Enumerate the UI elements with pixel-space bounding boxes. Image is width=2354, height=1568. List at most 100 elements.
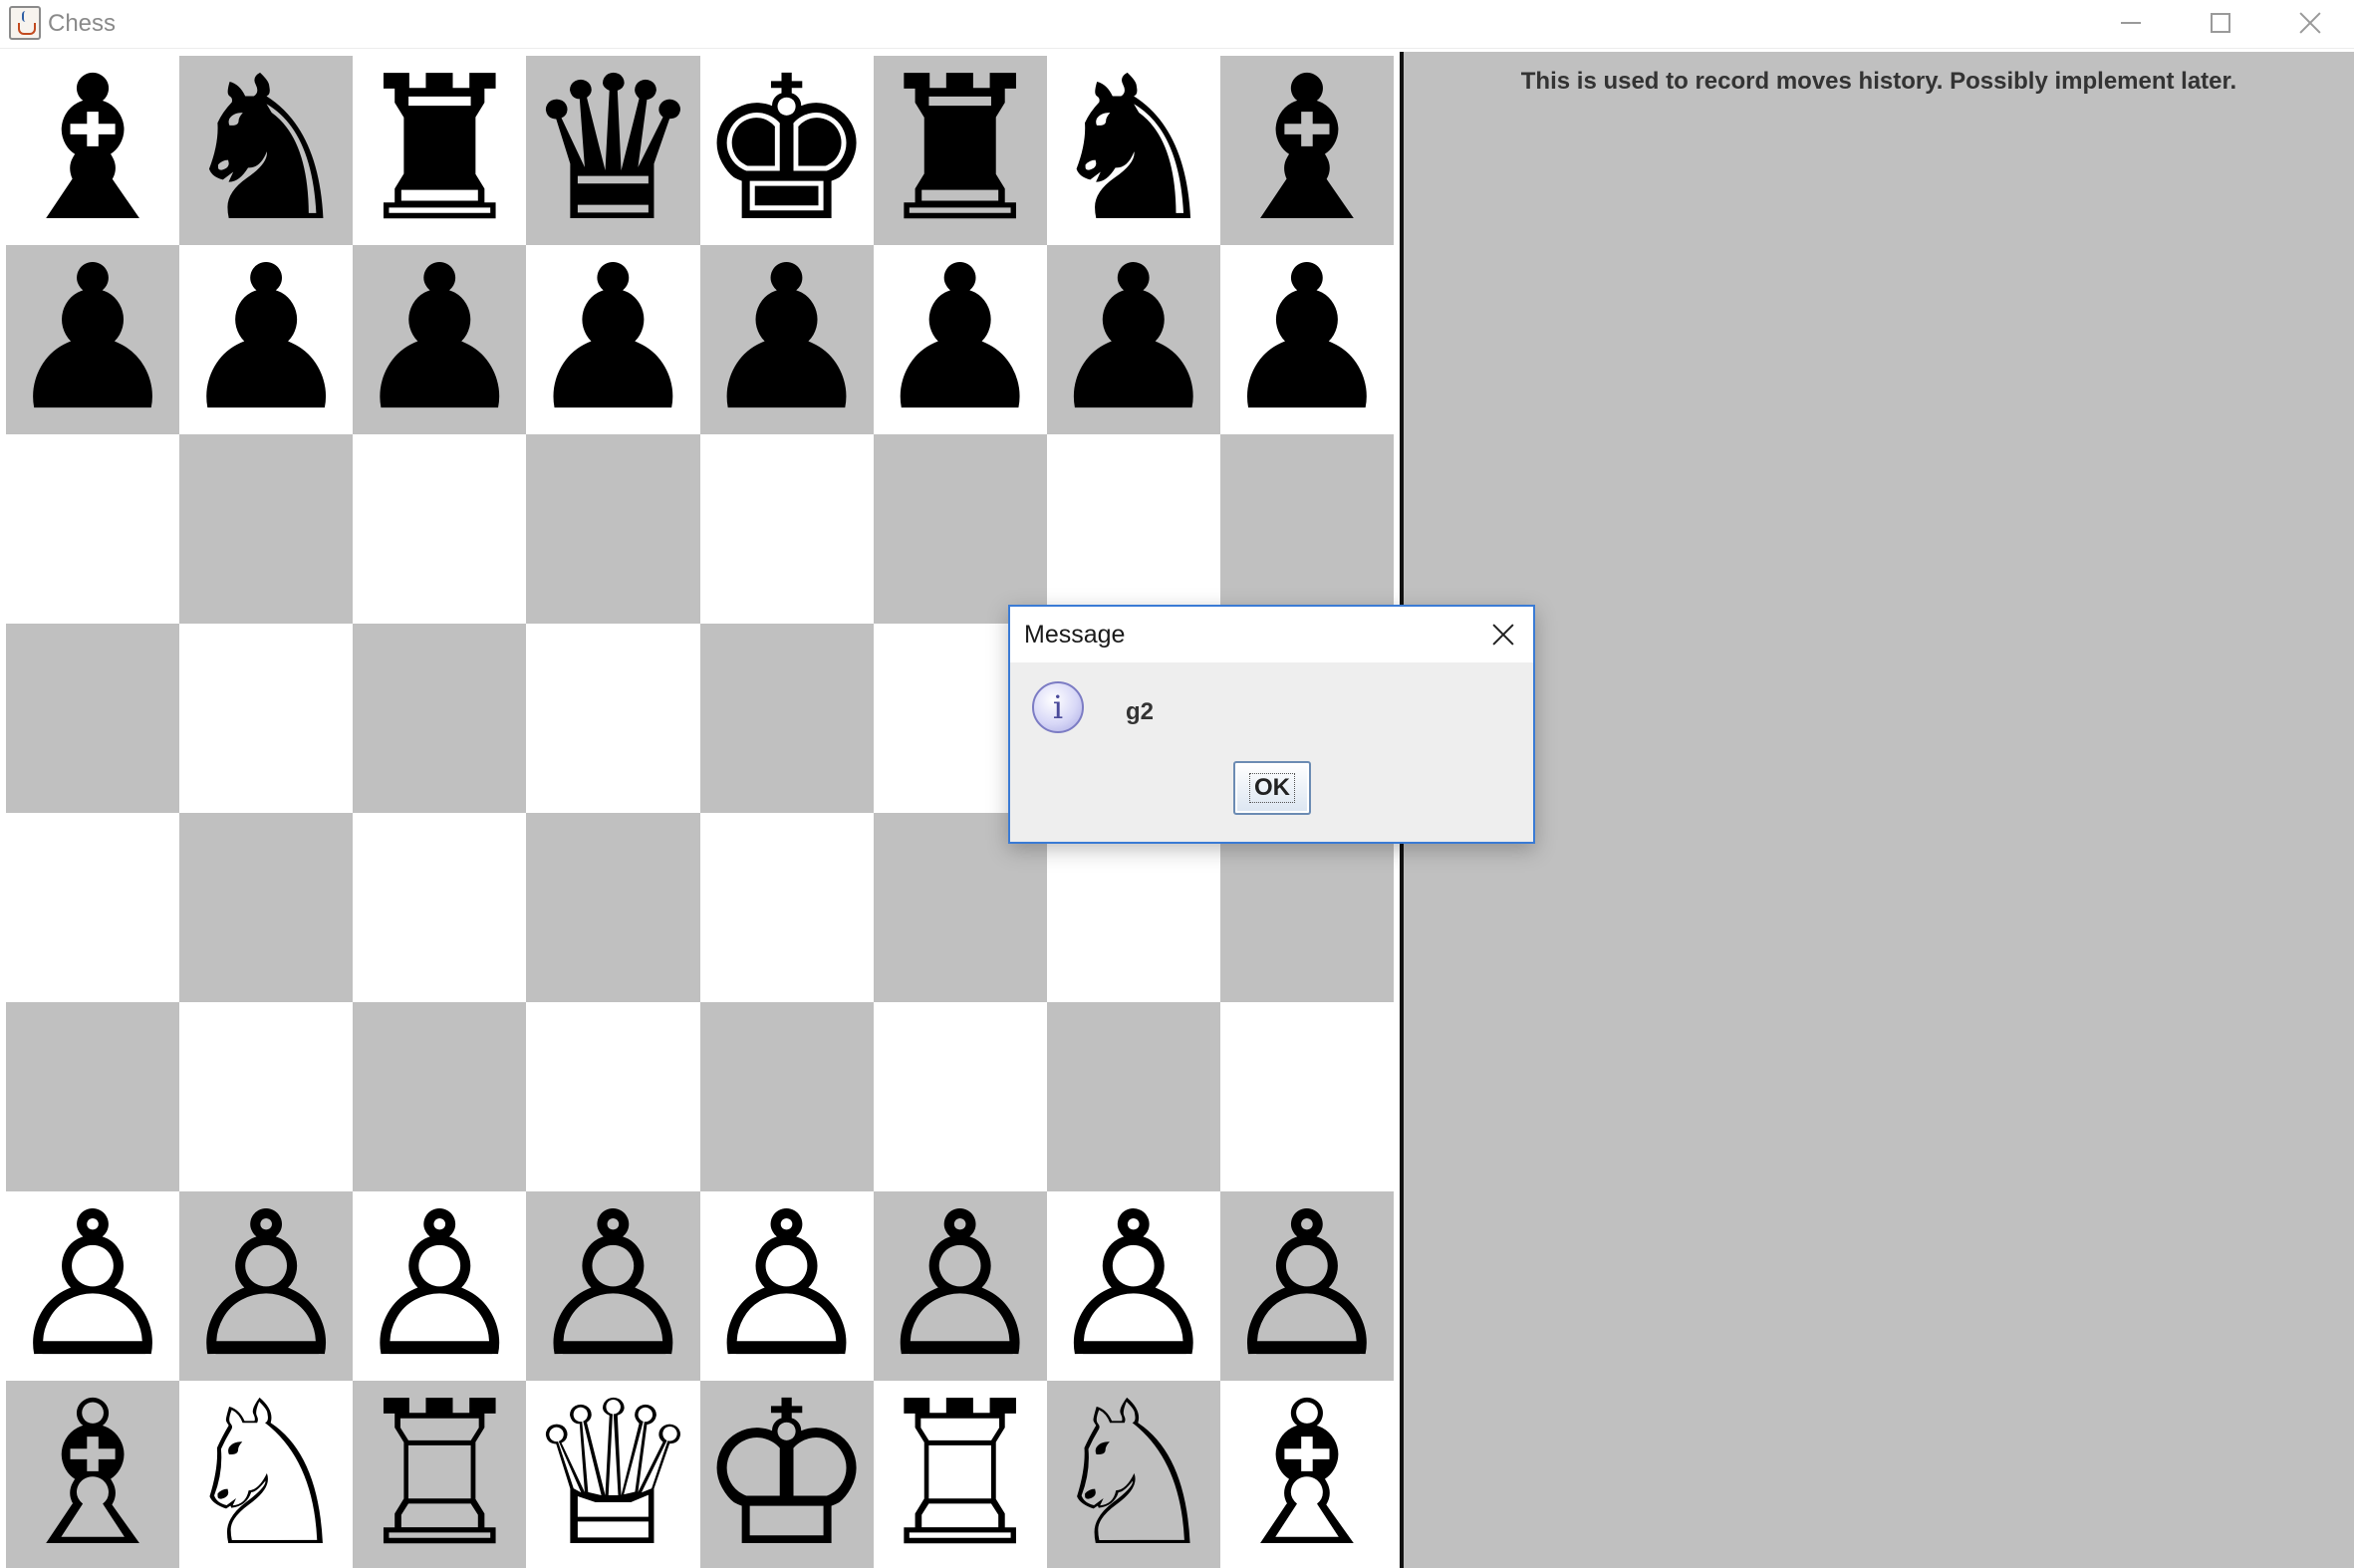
black-pawn-icon: ♟ [1046, 245, 1220, 434]
square-a4[interactable] [6, 813, 180, 1002]
square-h6[interactable] [1219, 434, 1394, 624]
square-b1[interactable]: ♘ [179, 1381, 354, 1568]
ok-button-label: OK [1249, 773, 1295, 803]
square-c5[interactable] [353, 624, 527, 813]
square-f6[interactable] [873, 434, 1047, 624]
black-pawn-icon: ♟ [699, 245, 874, 434]
square-b4[interactable] [179, 813, 354, 1002]
white-bishop-icon: ♗ [6, 1381, 180, 1568]
square-b5[interactable] [179, 624, 354, 813]
square-d7[interactable]: ♟ [526, 245, 700, 434]
maximize-icon [2211, 13, 2230, 33]
window-title: Chess [48, 10, 117, 37]
square-a2[interactable]: ♙ [6, 1191, 180, 1381]
maximize-button[interactable] [2176, 0, 2265, 46]
move-history-panel: This is used to record moves history. Po… [1404, 52, 2354, 1568]
white-pawn-icon: ♙ [353, 1191, 527, 1381]
white-pawn-icon: ♙ [6, 1191, 180, 1381]
close-icon [2299, 12, 2321, 34]
square-d6[interactable] [526, 434, 700, 624]
white-pawn-icon: ♙ [1219, 1191, 1394, 1381]
black-pawn-icon: ♟ [353, 245, 527, 434]
dialog-title-bar[interactable]: Message [1010, 607, 1533, 662]
dialog-title: Message [1024, 621, 1126, 649]
white-pawn-icon: ♙ [699, 1191, 874, 1381]
info-icon: i [1032, 681, 1084, 733]
dialog-close-icon[interactable] [1485, 617, 1521, 653]
square-h7[interactable]: ♟ [1219, 245, 1394, 434]
square-c3[interactable] [353, 1002, 527, 1191]
square-c6[interactable] [353, 434, 527, 624]
square-c1[interactable]: ♖ [353, 1381, 527, 1568]
chess-window: Chess ♝ ♞ ♜ ♛ ♚ ♜ ♞ ♝ ♟ ♟ ♟ ♟ ♟ ♟ ♟ ♟ ♙ ♙ ♙ ♙ ♙ ♙ ♙ ♙ ♗ ♘ ♖ ♕ ♔ ♖ ♘ ♗ T… [0, 0, 2354, 1568]
black-pawn-icon: ♟ [526, 245, 700, 434]
black-rook-icon: ♜ [873, 56, 1047, 245]
square-e6[interactable] [699, 434, 874, 624]
square-f1[interactable]: ♖ [873, 1381, 1047, 1568]
square-a7[interactable]: ♟ [6, 245, 180, 434]
square-g1[interactable]: ♘ [1046, 1381, 1220, 1568]
white-knight-icon: ♘ [179, 1381, 354, 1568]
square-b3[interactable] [179, 1002, 354, 1191]
square-g2[interactable]: ♙ [1046, 1191, 1220, 1381]
square-c8[interactable]: ♜ [353, 56, 527, 245]
square-e1[interactable]: ♔ [699, 1381, 874, 1568]
square-c2[interactable]: ♙ [353, 1191, 527, 1381]
square-g6[interactable] [1046, 434, 1220, 624]
title-bar[interactable]: Chess [0, 0, 2354, 49]
square-b2[interactable]: ♙ [179, 1191, 354, 1381]
history-placeholder-text: This is used to record moves history. Po… [1520, 68, 2237, 95]
square-g3[interactable] [1046, 1002, 1220, 1191]
white-bishop-icon: ♗ [1219, 1381, 1394, 1568]
square-b7[interactable]: ♟ [179, 245, 354, 434]
square-e2[interactable]: ♙ [699, 1191, 874, 1381]
minimize-icon [2121, 22, 2141, 24]
square-b6[interactable] [179, 434, 354, 624]
square-d4[interactable] [526, 813, 700, 1002]
square-a1[interactable]: ♗ [6, 1381, 180, 1568]
white-king-icon: ♔ [699, 1381, 874, 1568]
square-a8[interactable]: ♝ [6, 56, 180, 245]
black-bishop-icon: ♝ [6, 56, 180, 245]
square-e8[interactable]: ♚ [699, 56, 874, 245]
minimize-button[interactable] [2086, 0, 2176, 46]
black-bishop-icon: ♝ [1219, 56, 1394, 245]
square-h2[interactable]: ♙ [1219, 1191, 1394, 1381]
square-f2[interactable]: ♙ [873, 1191, 1047, 1381]
white-rook-icon: ♖ [873, 1381, 1047, 1568]
square-g8[interactable]: ♞ [1046, 56, 1220, 245]
square-a6[interactable] [6, 434, 180, 624]
square-d2[interactable]: ♙ [526, 1191, 700, 1381]
square-f3[interactable] [873, 1002, 1047, 1191]
white-pawn-icon: ♙ [179, 1191, 354, 1381]
close-button[interactable] [2265, 0, 2354, 46]
square-d1[interactable]: ♕ [526, 1381, 700, 1568]
square-d5[interactable] [526, 624, 700, 813]
square-c4[interactable] [353, 813, 527, 1002]
black-knight-icon: ♞ [179, 56, 354, 245]
square-e3[interactable] [699, 1002, 874, 1191]
ok-button[interactable]: OK [1233, 761, 1311, 815]
square-h1[interactable]: ♗ [1219, 1381, 1394, 1568]
square-e5[interactable] [699, 624, 874, 813]
square-f8[interactable]: ♜ [873, 56, 1047, 245]
square-a5[interactable] [6, 624, 180, 813]
white-queen-icon: ♕ [526, 1381, 700, 1568]
black-rook-icon: ♜ [353, 56, 527, 245]
square-h8[interactable]: ♝ [1219, 56, 1394, 245]
square-e4[interactable] [699, 813, 874, 1002]
square-e7[interactable]: ♟ [699, 245, 874, 434]
square-a3[interactable] [6, 1002, 180, 1191]
white-rook-icon: ♖ [353, 1381, 527, 1568]
white-pawn-icon: ♙ [873, 1191, 1047, 1381]
black-pawn-icon: ♟ [873, 245, 1047, 434]
square-c7[interactable]: ♟ [353, 245, 527, 434]
square-d3[interactable] [526, 1002, 700, 1191]
black-pawn-icon: ♟ [6, 245, 180, 434]
java-cup-icon[interactable] [9, 6, 41, 40]
square-f7[interactable]: ♟ [873, 245, 1047, 434]
square-b8[interactable]: ♞ [179, 56, 354, 245]
square-d8[interactable]: ♛ [526, 56, 700, 245]
square-h3[interactable] [1219, 1002, 1394, 1191]
square-g7[interactable]: ♟ [1046, 245, 1220, 434]
